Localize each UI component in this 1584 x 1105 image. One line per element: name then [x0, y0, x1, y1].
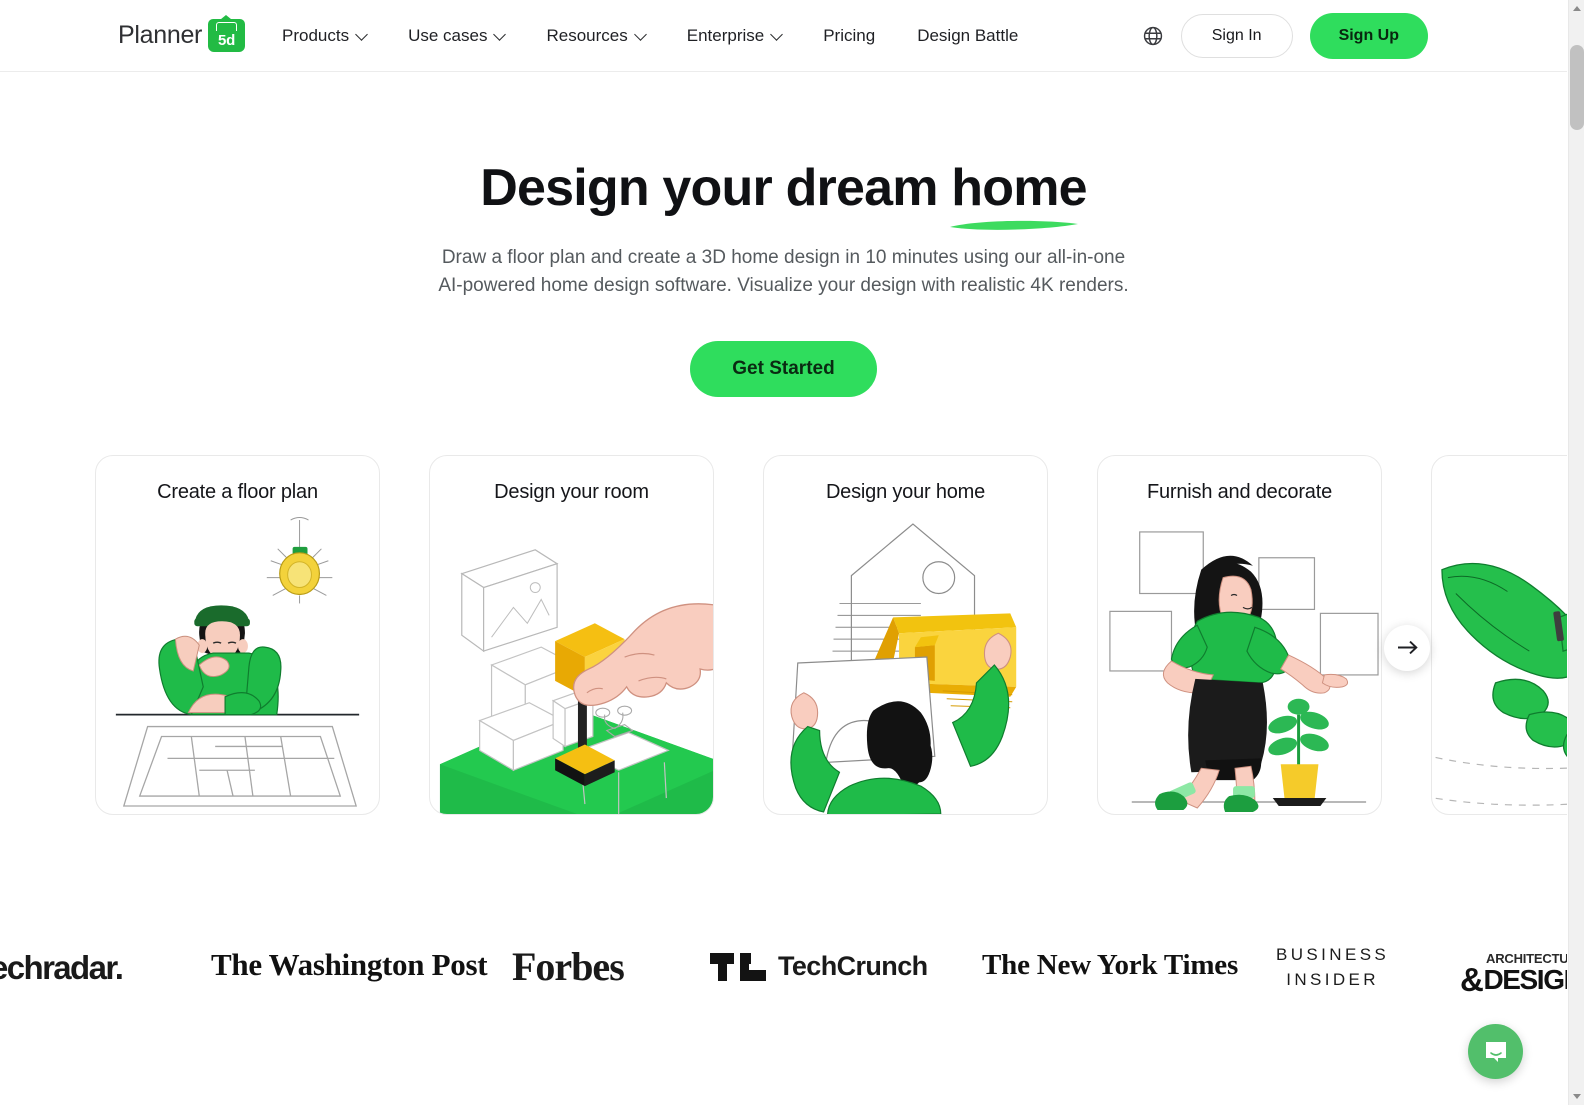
- nav-item-enterprise[interactable]: Enterprise: [686, 26, 784, 46]
- nav-label: Pricing: [823, 26, 876, 45]
- carousel-card-furnish-and-decorate[interactable]: Furnish and decorate: [1097, 454, 1382, 815]
- feature-carousel: Create a floor plan Design your room Des…: [0, 454, 1567, 815]
- arrow-right-icon: [1397, 641, 1418, 655]
- card-title: Design your room: [494, 480, 649, 503]
- page-root: Planner 5d Products Use cases Resources …: [0, 0, 1584, 1105]
- green-brush-underline-icon: [950, 221, 1079, 231]
- scrollbar-thumb[interactable]: [1570, 45, 1584, 130]
- architecture-wordmark-bottom: &DESIGN: [1460, 961, 1567, 999]
- logo-house-outline-icon: [216, 22, 238, 31]
- hero-title-highlight-wrap: home: [950, 159, 1088, 231]
- chevron-down-icon: [355, 27, 368, 41]
- browser-viewport: Planner 5d Products Use cases Resources …: [0, 0, 1567, 1105]
- nav-label: Enterprise: [686, 26, 765, 45]
- nav-item-pricing[interactable]: Pricing: [823, 26, 875, 46]
- nav-item-use-cases[interactable]: Use cases: [408, 26, 507, 46]
- nav-label: Products: [282, 26, 350, 45]
- logo-wordmark: Planner: [118, 21, 203, 49]
- hero-section: Design your dream home Draw a floor plan…: [0, 72, 1567, 397]
- carousel-card-design-partial[interactable]: Design: [1431, 454, 1567, 815]
- illustration-person-holding-house-model: [764, 516, 1047, 814]
- card-title: Create a floor plan: [157, 480, 318, 503]
- sign-in-button[interactable]: Sign In: [1180, 14, 1293, 58]
- nav-item-design-battle[interactable]: Design Battle: [917, 26, 1018, 46]
- press-logo-the-new-york-times: The New York Times: [982, 949, 1239, 981]
- carousel-card-design-your-home[interactable]: Design your home: [763, 454, 1048, 815]
- nav-label: Resources: [546, 26, 628, 45]
- illustration-green-robotic-hand: [1432, 516, 1567, 814]
- press-logo-techradar: echradar.: [0, 949, 124, 986]
- site-header: Planner 5d Products Use cases Resources …: [0, 0, 1567, 72]
- illustration-person-with-floorplan: [96, 516, 379, 814]
- carousel-card-create-floor-plan[interactable]: Create a floor plan: [95, 454, 380, 815]
- planner5d-logo[interactable]: Planner 5d: [118, 15, 246, 52]
- hero-title-prefix: Design your dream: [480, 159, 952, 217]
- press-logo-forbes: Forbes: [512, 944, 625, 989]
- press-logo-the-washington-post: The Washington Post: [211, 947, 488, 982]
- chevron-down-icon: [633, 27, 647, 41]
- nav-label: Design Battle: [917, 26, 1019, 45]
- header-actions: Sign In Sign Up: [1142, 0, 1428, 72]
- hero-subtitle: Draw a floor plan and create a 3D home d…: [438, 247, 1129, 296]
- scrollbar-up-arrow-icon[interactable]: [1569, 0, 1584, 17]
- carousel-card-design-your-room[interactable]: Design your room: [429, 454, 714, 815]
- carousel-track: Create a floor plan Design your room Des…: [95, 454, 1567, 815]
- business-insider-line2: INSIDER: [1286, 969, 1379, 989]
- hero-cta-wrap: Get Started: [0, 340, 1567, 397]
- nav-item-products[interactable]: Products: [282, 26, 368, 46]
- sign-up-button[interactable]: Sign Up: [1309, 13, 1428, 59]
- scrollbar-down-arrow-icon[interactable]: [1569, 1088, 1584, 1105]
- get-started-button[interactable]: Get Started: [690, 340, 877, 397]
- hero-title-highlight: home: [951, 159, 1087, 217]
- techcrunch-mark-icon: [710, 952, 766, 981]
- card-title: Furnish and decorate: [1146, 480, 1332, 503]
- page-scrollbar[interactable]: [1568, 0, 1584, 1105]
- primary-nav: Products Use cases Resources Enterprise …: [282, 0, 1018, 72]
- carousel-next-button[interactable]: [1384, 624, 1430, 671]
- illustration-woman-hanging-frames: [1098, 516, 1381, 814]
- logo-badge-text: 5d: [218, 32, 236, 49]
- chevron-down-icon: [770, 27, 784, 41]
- techcrunch-wordmark: TechCrunch: [778, 951, 928, 981]
- illustration-hand-placing-lamp: [430, 516, 713, 814]
- chevron-down-icon: [493, 27, 507, 41]
- logo-house-badge: 5d: [208, 15, 246, 52]
- design-wordmark: DESIGN: [1483, 964, 1567, 995]
- chat-bubble-icon: [1485, 1041, 1506, 1062]
- press-logo-techcrunch: TechCrunch: [710, 951, 928, 982]
- ampersand-icon: &: [1460, 961, 1484, 998]
- globe-icon[interactable]: [1142, 25, 1164, 47]
- press-logo-architecture-and-design: ARCHITECTURE &DESIGN: [1460, 951, 1567, 999]
- nav-item-resources[interactable]: Resources: [546, 26, 647, 46]
- press-logo-business-insider: BUSINESS INSIDER: [1276, 943, 1389, 992]
- chat-launcher-button[interactable]: [1468, 1024, 1523, 1079]
- card-title: Design your home: [825, 480, 986, 503]
- page-title: Design your dream home: [480, 159, 1088, 231]
- nav-label: Use cases: [408, 26, 488, 45]
- press-logos-row: echradar. The Washington Post Forbes Tec…: [0, 925, 1567, 1015]
- business-insider-line1: BUSINESS: [1276, 945, 1390, 964]
- card-title: Design: [1432, 456, 1567, 504]
